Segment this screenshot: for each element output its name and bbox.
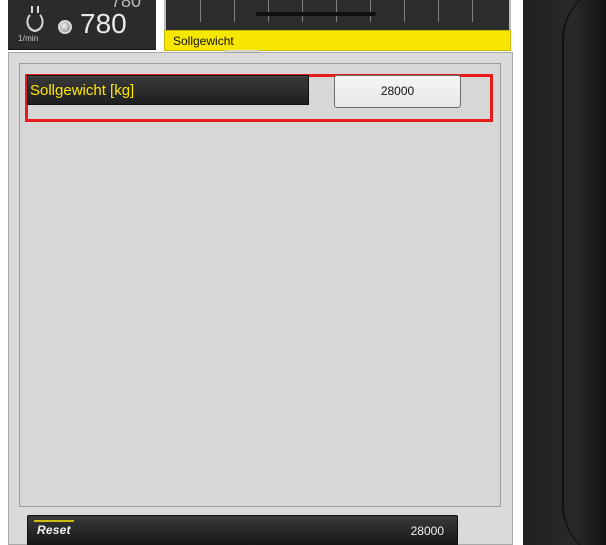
rpm-panel: 1/min 780 780 xyxy=(8,0,156,50)
top-strip-tick xyxy=(200,0,201,22)
main-panel: Sollgewicht [kg] 28000 Reset 28000 xyxy=(8,52,513,545)
rpm-icon xyxy=(24,3,46,35)
top-strip xyxy=(164,0,511,30)
rpm-main-value: 780 xyxy=(80,8,127,39)
screen-root: 1/min 780 780 Sollgewicht Sollgewicht [k… xyxy=(0,0,606,545)
top-strip-tick xyxy=(370,0,371,22)
status-indicator-icon xyxy=(58,20,72,34)
right-panel-curve xyxy=(562,0,606,545)
reset-button-value: 28000 xyxy=(410,524,444,538)
reset-button-label: Reset xyxy=(37,523,71,537)
top-strip-tick xyxy=(472,0,473,22)
content-area: Sollgewicht [kg] 28000 xyxy=(19,63,501,507)
rpm-unit: 1/min xyxy=(18,34,39,43)
top-strip-tick xyxy=(438,0,439,22)
reset-button[interactable]: Reset 28000 xyxy=(27,515,458,545)
top-strip-tick xyxy=(404,0,405,22)
top-strip-tick xyxy=(268,0,269,22)
field-label-sollgewicht: Sollgewicht [kg] xyxy=(27,75,309,105)
top-strip-indicator-bar xyxy=(256,12,376,16)
right-side-panel xyxy=(521,0,606,545)
title-bar: Sollgewicht xyxy=(164,30,511,51)
top-strip-tick xyxy=(336,0,337,22)
field-label-text: Sollgewicht [kg] xyxy=(30,82,135,99)
reset-accent-line xyxy=(34,520,74,522)
rpm-icon-graphic xyxy=(26,6,44,33)
top-strip-tick xyxy=(302,0,303,22)
sollgewicht-value-input[interactable]: 28000 xyxy=(334,75,461,108)
title-text: Sollgewicht xyxy=(173,34,234,48)
top-strip-tick xyxy=(234,0,235,22)
